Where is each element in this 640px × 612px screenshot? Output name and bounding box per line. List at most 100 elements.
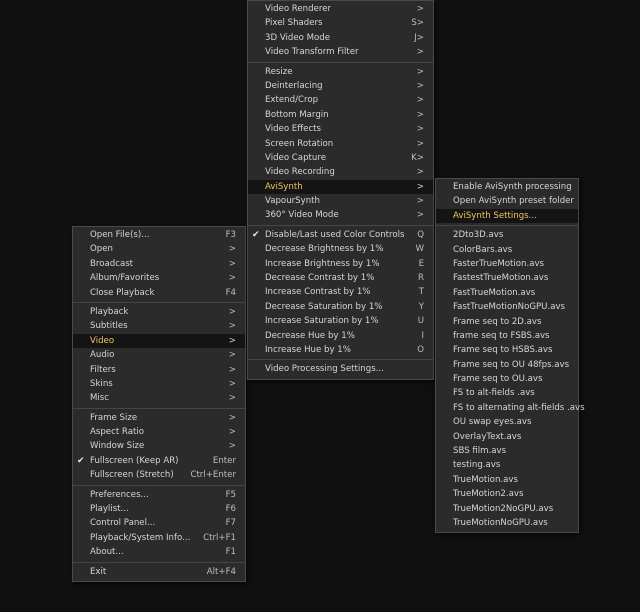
video-group-d: Video Processing Settings... bbox=[248, 362, 433, 376]
menu-item-label: AviSynth Settings... bbox=[453, 210, 537, 221]
submenu-arrow-shortcut: K> bbox=[411, 152, 424, 163]
menu-item-audio[interactable]: Audio > bbox=[73, 348, 245, 362]
menu-item-frame-seq-to-hsbs-avs[interactable]: Frame seq to HSBS.avs bbox=[436, 343, 578, 357]
menu-item-broadcast[interactable]: Broadcast > bbox=[73, 257, 245, 271]
menu-item-label: Resize bbox=[265, 66, 293, 77]
menu-item-avisynth-settings[interactable]: AviSynth Settings... bbox=[436, 208, 578, 224]
menu-item-increase-saturation-by-1[interactable]: Increase Saturation by 1% U bbox=[248, 314, 433, 328]
menu-item-open[interactable]: Open > bbox=[73, 242, 245, 256]
menu-item-label: frame seq to FSBS.avs bbox=[453, 330, 550, 341]
menu-item-preferences[interactable]: Preferences... F5 bbox=[73, 488, 245, 502]
menu-item-enable-avisynth-processing[interactable]: Enable AviSynth processing bbox=[436, 180, 578, 194]
menu-item-skins[interactable]: Skins > bbox=[73, 377, 245, 391]
menu-item-filters[interactable]: Filters > bbox=[73, 363, 245, 377]
menu-item-screen-rotation[interactable]: Screen Rotation > bbox=[248, 137, 433, 151]
menu-item-label: Playback bbox=[90, 306, 129, 317]
menu-item-label: Open bbox=[90, 244, 113, 255]
menu-item-truemotionnogpu-avs[interactable]: TrueMotionNoGPU.avs bbox=[436, 516, 578, 530]
menu-item-label: Increase Hue by 1% bbox=[265, 344, 351, 355]
menu-item-frame-size[interactable]: Frame Size > bbox=[73, 411, 245, 425]
menu-item-increase-hue-by-1[interactable]: Increase Hue by 1% O bbox=[248, 343, 433, 357]
shortcut-key: T bbox=[418, 287, 424, 298]
menu-item-label: Album/Favorites bbox=[90, 273, 160, 284]
menu-item-colorbars-avs[interactable]: ColorBars.avs bbox=[436, 243, 578, 257]
menu-item-pixel-shaders[interactable]: Pixel Shaders S> bbox=[248, 16, 433, 30]
menu-item-video-processing-settings[interactable]: Video Processing Settings... bbox=[248, 362, 433, 376]
menu-item-label: Playlist... bbox=[90, 504, 129, 515]
menu-item-album-favorites[interactable]: Album/Favorites > bbox=[73, 271, 245, 285]
menu-item-360-video-mode[interactable]: 360° Video Mode > bbox=[248, 208, 433, 222]
menu-item-2dto3d-avs[interactable]: 2Dto3D.avs bbox=[436, 228, 578, 242]
menu-item-vapoursynth[interactable]: VapourSynth > bbox=[248, 194, 433, 208]
separator bbox=[73, 407, 245, 409]
menu-item-window-size[interactable]: Window Size > bbox=[73, 439, 245, 453]
menu-item-label: Frame Size bbox=[90, 412, 138, 423]
menu-item-label: FastTrueMotion.avs bbox=[453, 287, 536, 298]
menu-item-extend-crop[interactable]: Extend/Crop > bbox=[248, 93, 433, 107]
menu-item-aspect-ratio[interactable]: Aspect Ratio > bbox=[73, 425, 245, 439]
menu-item-video-recording[interactable]: Video Recording > bbox=[248, 165, 433, 179]
menu-item-fullscreen-stretch[interactable]: Fullscreen (Stretch) Ctrl+Enter bbox=[73, 468, 245, 482]
menu-item-fastertruemotion-avs[interactable]: FasterTrueMotion.avs bbox=[436, 257, 578, 271]
menu-item-label: Video Processing Settings... bbox=[265, 364, 384, 375]
menu-item-truemotion2nogpu-avs[interactable]: TrueMotion2NoGPU.avs bbox=[436, 502, 578, 516]
menu-item-control-panel[interactable]: Control Panel... F7 bbox=[73, 516, 245, 530]
menu-item-decrease-hue-by-1[interactable]: Decrease Hue by 1% I bbox=[248, 329, 433, 343]
menu-item-playlist[interactable]: Playlist... F6 bbox=[73, 502, 245, 516]
main-group-e: Exit Alt+F4 bbox=[73, 565, 245, 579]
menu-item-label: Frame seq to HSBS.avs bbox=[453, 345, 553, 356]
menu-item-playback-system-info[interactable]: Playback/System Info... Ctrl+F1 bbox=[73, 531, 245, 545]
menu-item-3d-video-mode[interactable]: 3D Video Mode J> bbox=[248, 31, 433, 45]
menu-item-increase-contrast-by-1[interactable]: Increase Contrast by 1% T bbox=[248, 285, 433, 299]
menu-item-label: OverlayText.avs bbox=[453, 431, 522, 442]
menu-item-video-transform-filter[interactable]: Video Transform Filter > bbox=[248, 45, 433, 59]
menu-item-truemotion-avs[interactable]: TrueMotion.avs bbox=[436, 473, 578, 487]
menu-item-fastesttruemotion-avs[interactable]: FastestTrueMotion.avs bbox=[436, 271, 578, 285]
menu-item-label: Open AviSynth preset folder bbox=[453, 196, 574, 207]
menu-item-sbs-film-avs[interactable]: SBS film.avs bbox=[436, 444, 578, 458]
menu-item-bottom-margin[interactable]: Bottom Margin > bbox=[248, 108, 433, 122]
menu-item-fasttruemotionnogpu-avs[interactable]: FastTrueMotionNoGPU.avs bbox=[436, 300, 578, 314]
menu-item-subtitles[interactable]: Subtitles > bbox=[73, 319, 245, 333]
menu-item-close-playback[interactable]: Close Playback F4 bbox=[73, 286, 245, 300]
menu-item-about[interactable]: About... F1 bbox=[73, 545, 245, 559]
menu-item-label: VapourSynth bbox=[265, 196, 320, 207]
menu-item-video[interactable]: Video > bbox=[73, 333, 245, 349]
menu-item-avisynth[interactable]: AviSynth > bbox=[248, 179, 433, 195]
menu-item-frame-seq-to-ou-48fps-avs[interactable]: Frame seq to OU 48fps.avs bbox=[436, 358, 578, 372]
menu-item-fullscreen-keep-ar[interactable]: ✔ Fullscreen (Keep AR) Enter bbox=[73, 454, 245, 468]
shortcut-key: F4 bbox=[225, 287, 236, 298]
menu-item-label: FastTrueMotionNoGPU.avs bbox=[453, 302, 566, 313]
menu-item-label: Aspect Ratio bbox=[90, 427, 144, 438]
menu-item-decrease-contrast-by-1[interactable]: Decrease Contrast by 1% R bbox=[248, 271, 433, 285]
menu-item-ou-swap-eyes-avs[interactable]: OU swap eyes.avs bbox=[436, 415, 578, 429]
menu-item-frame-seq-to-2d-avs[interactable]: Frame seq to 2D.avs bbox=[436, 315, 578, 329]
shortcut-key: Alt+F4 bbox=[206, 566, 236, 577]
menu-item-open-avisynth-preset-folder[interactable]: Open AviSynth preset folder bbox=[436, 194, 578, 208]
menu-item-playback[interactable]: Playback > bbox=[73, 305, 245, 319]
menu-item-label: Bottom Margin bbox=[265, 109, 329, 120]
menu-item-fs-to-alt-fields-avs[interactable]: FS to alt-fields .avs bbox=[436, 386, 578, 400]
menu-item-deinterlacing[interactable]: Deinterlacing > bbox=[248, 79, 433, 93]
menu-item-fasttruemotion-avs[interactable]: FastTrueMotion.avs bbox=[436, 286, 578, 300]
menu-item-video-capture[interactable]: Video Capture K> bbox=[248, 151, 433, 165]
menu-item-resize[interactable]: Resize > bbox=[248, 65, 433, 79]
menu-item-video-effects[interactable]: Video Effects > bbox=[248, 122, 433, 136]
checkmark-icon: ✔ bbox=[252, 229, 260, 240]
menu-item-truemotion2-avs[interactable]: TrueMotion2.avs bbox=[436, 487, 578, 501]
menu-item-increase-brightness-by-1[interactable]: Increase Brightness by 1% E bbox=[248, 257, 433, 271]
avisynth-group-a: Enable AviSynth processing Open AviSynth … bbox=[436, 180, 578, 224]
menu-item-fs-to-alternating-alt-fields-avs[interactable]: FS to alternating alt-fields .avs bbox=[436, 401, 585, 415]
submenu-arrow-shortcut: J> bbox=[414, 32, 424, 43]
menu-item-decrease-saturation-by-1[interactable]: Decrease Saturation by 1% Y bbox=[248, 300, 433, 314]
menu-item-video-renderer[interactable]: Video Renderer > bbox=[248, 2, 433, 16]
menu-item-overlaytext-avs[interactable]: OverlayText.avs bbox=[436, 430, 578, 444]
menu-item-frame-seq-to-fsbs-avs[interactable]: frame seq to FSBS.avs bbox=[436, 329, 578, 343]
menu-item-testing-avs[interactable]: testing.avs bbox=[436, 458, 578, 472]
menu-item-exit[interactable]: Exit Alt+F4 bbox=[73, 565, 245, 579]
menu-item-decrease-brightness-by-1[interactable]: Decrease Brightness by 1% W bbox=[248, 242, 433, 256]
menu-item-open-file-s[interactable]: Open File(s)... F3 bbox=[73, 228, 245, 242]
menu-item-disable-last-used-color-controls[interactable]: ✔ Disable/Last used Color Controls Q bbox=[248, 228, 433, 242]
menu-item-misc[interactable]: Misc > bbox=[73, 391, 245, 405]
menu-item-frame-seq-to-ou-avs[interactable]: Frame seq to OU.avs bbox=[436, 372, 578, 386]
